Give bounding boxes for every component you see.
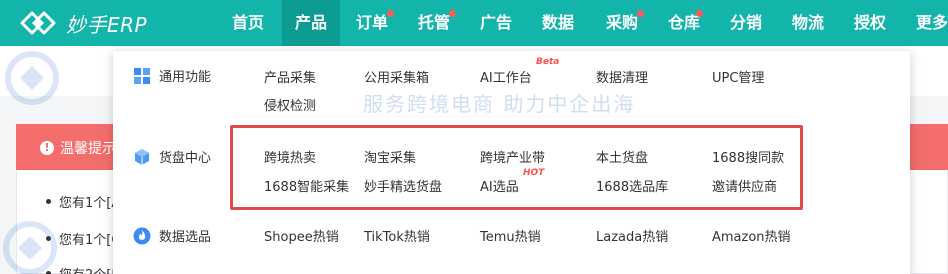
- nav-label: 授权: [853, 13, 886, 32]
- category-label: 货盘中心: [159, 151, 212, 166]
- category-label: 通用功能: [159, 70, 212, 85]
- notification-dot: [637, 10, 644, 17]
- category-general: 通用功能: [133, 66, 211, 85]
- menu-item-upc-management[interactable]: UPC管理: [712, 67, 764, 86]
- menu-item-data-cleanup[interactable]: 数据清理: [596, 67, 648, 86]
- bullet-icon: [46, 199, 51, 204]
- menu-item-infringement-check[interactable]: 侵权检测: [264, 95, 316, 114]
- nav-item-orders[interactable]: 订单: [350, 0, 394, 46]
- top-nav-bar: 妙手ERP 首页 产品 订单 托管 广告 数据 采购 仓库 分销 物流 授权 更…: [0, 0, 948, 46]
- alert-icon: !: [40, 141, 54, 155]
- products-dropdown-menu: 服务跨境电商 助力中企出海 通用功能 产品采集 公用采集箱 AI工作台 Beta…: [113, 51, 910, 274]
- menu-item-public-collect-box[interactable]: 公用采集箱: [364, 67, 429, 86]
- nav-label: 首页: [231, 13, 264, 32]
- grid-icon: [134, 67, 150, 84]
- nav-item-data[interactable]: 数据: [536, 0, 580, 46]
- menu-item-shopee-hot[interactable]: Shopee热销: [264, 226, 339, 245]
- nav-label: 数据: [541, 13, 574, 32]
- nav-item-products[interactable]: 产品: [282, 0, 340, 46]
- highlight-box: [230, 125, 803, 210]
- category-supply-center: 货盘中心: [133, 147, 211, 166]
- beta-badge: Beta: [536, 57, 560, 67]
- notification-dot: [696, 10, 703, 17]
- notice-alert: ! 温馨提示: [40, 138, 116, 158]
- notification-dot: [387, 10, 394, 17]
- nav-label: 订单: [355, 13, 388, 32]
- nav-item-authorization[interactable]: 授权: [848, 0, 892, 46]
- category-label: 数据选品: [159, 230, 212, 245]
- alert-title: 温馨提示: [60, 141, 116, 157]
- menu-item-amazon-hot[interactable]: Amazon热销: [712, 226, 791, 245]
- brand-name: 妙手ERP: [66, 12, 148, 37]
- logo-icon: [20, 11, 56, 35]
- watermark-logo-icon: [3, 221, 57, 274]
- nav-label: 广告: [479, 13, 512, 32]
- category-data-selection: 数据选品: [133, 226, 211, 245]
- nav-label: 产品: [294, 13, 327, 32]
- nav-label: 采购: [605, 13, 638, 32]
- brand-logo[interactable]: 妙手ERP: [18, 7, 147, 39]
- nav-label: 更多: [915, 13, 948, 32]
- menu-item-temu-hot[interactable]: Temu热销: [480, 226, 541, 245]
- menu-item-ai-workbench[interactable]: AI工作台: [480, 67, 532, 86]
- flame-icon: [133, 227, 151, 244]
- nav-label: 分销: [729, 13, 762, 32]
- menu-item-tiktok-hot[interactable]: TikTok热销: [364, 226, 430, 245]
- watermark-logo-icon: [5, 51, 59, 105]
- nav-label: 托管: [417, 13, 450, 32]
- notice-line[interactable]: 您有1个[A: [46, 192, 120, 211]
- nav-item-home[interactable]: 首页: [226, 0, 270, 46]
- notice-text: 您有1个[A: [59, 196, 121, 211]
- nav-item-warehouse[interactable]: 仓库: [662, 0, 706, 46]
- nav-label: 仓库: [667, 13, 700, 32]
- nav-item-distribution[interactable]: 分销: [724, 0, 768, 46]
- nav-label: 物流: [791, 13, 824, 32]
- nav-item-logistics[interactable]: 物流: [786, 0, 830, 46]
- nav-item-hosting[interactable]: 托管: [412, 0, 456, 46]
- menu-item-lazada-hot[interactable]: Lazada热销: [596, 226, 668, 245]
- cube-icon: [135, 148, 149, 165]
- notification-dot: [449, 10, 456, 17]
- nav-item-purchasing[interactable]: 采购: [600, 0, 644, 46]
- nav-item-more[interactable]: 更多: [910, 0, 948, 46]
- menu-item-product-collect[interactable]: 产品采集: [264, 67, 316, 86]
- watermark-text: 服务跨境电商 助力中企出海: [363, 92, 636, 116]
- nav-item-ads[interactable]: 广告: [474, 0, 518, 46]
